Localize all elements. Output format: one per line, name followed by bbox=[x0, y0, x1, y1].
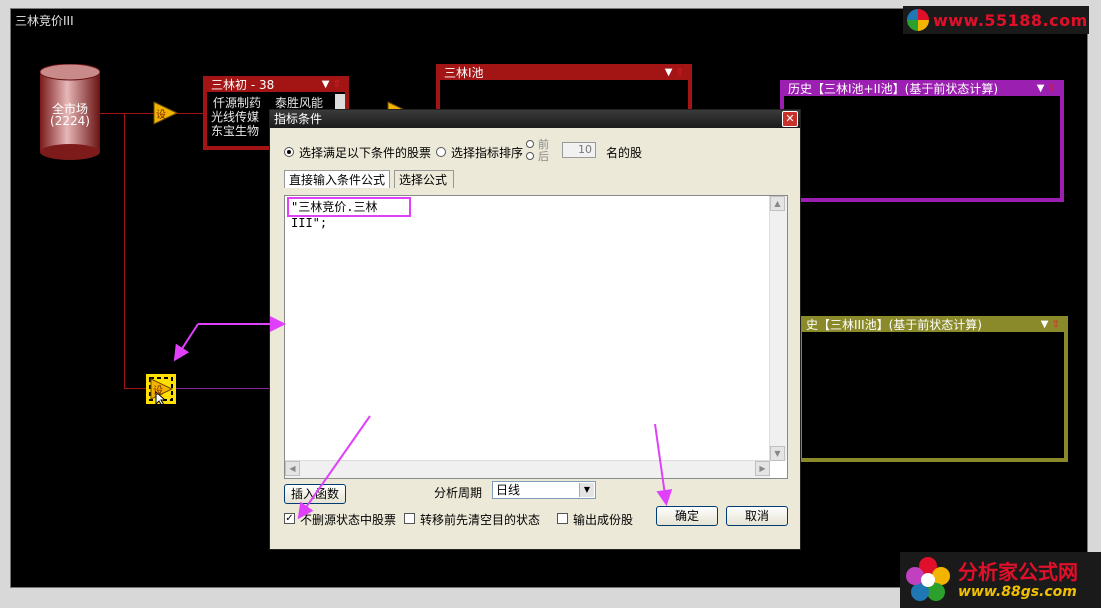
site-logo-icon bbox=[907, 9, 929, 31]
market-count: (2224) bbox=[50, 114, 90, 128]
ok-button[interactable]: 确定 bbox=[656, 506, 718, 526]
keep-source-checkbox[interactable]: ✓ bbox=[284, 513, 295, 524]
stock-item[interactable]: 东宝生物 bbox=[211, 122, 259, 139]
keep-source-label: 不删源状态中股票 bbox=[300, 513, 397, 527]
cancel-button[interactable]: 取消 bbox=[726, 506, 788, 526]
radio-back[interactable] bbox=[526, 152, 534, 160]
flower-logo-icon bbox=[906, 557, 950, 601]
panel-title: 历史【三林I池+II池】(基于前状态计算) bbox=[784, 82, 1060, 96]
selected-selector-node[interactable]: 设 bbox=[146, 374, 176, 407]
tab-direct-formula[interactable]: 直接输入条件公式 bbox=[284, 170, 390, 188]
dropdown-icon[interactable]: ▼ bbox=[1037, 83, 1045, 94]
dropdown-icon[interactable]: ▼ bbox=[1041, 319, 1049, 330]
period-label: 分析周期 bbox=[434, 486, 483, 500]
dropdown-icon[interactable]: ▼ bbox=[322, 79, 330, 90]
connector-line bbox=[176, 388, 270, 389]
arrow-up-icon[interactable]: ⇧ bbox=[1052, 319, 1060, 330]
radio-conditions-label: 选择满足以下条件的股票 bbox=[299, 146, 432, 160]
indicator-condition-dialog: 指标条件 ✕ 选择满足以下条件的股票 选择指标排序 前 后 10 名的股 直接输… bbox=[269, 109, 801, 550]
watermark-top: www.55188.com bbox=[903, 6, 1089, 34]
back-label: 后 bbox=[538, 150, 549, 163]
connector-line bbox=[100, 113, 156, 114]
output-components-label: 输出成份股 bbox=[573, 513, 634, 527]
arrow-up-icon[interactable]: ⇧ bbox=[333, 79, 341, 90]
selector-glyph: 设 bbox=[156, 110, 166, 121]
panel-history-pool12[interactable]: 历史【三林I池+II池】(基于前状态计算) ▼ ⇧ bbox=[780, 80, 1064, 202]
radio-rank[interactable] bbox=[436, 147, 446, 157]
panel-history-pool3[interactable]: 史【三林III池】(基于前状态计算) ▼ ⇧ bbox=[798, 316, 1068, 462]
selector-glyph: 设 bbox=[153, 386, 163, 397]
formula-editor[interactable]: "三林竞价.三林III"; ▲ ▼ ◀ ▶ bbox=[284, 195, 788, 479]
watermark-bottom: 分析家公式网 www.88gs.com bbox=[900, 552, 1101, 608]
scroll-down-icon[interactable]: ▼ bbox=[770, 446, 785, 461]
connector-line bbox=[176, 113, 204, 114]
connector-line bbox=[124, 113, 125, 389]
period-value: 日线 bbox=[496, 483, 521, 497]
close-button[interactable]: ✕ bbox=[782, 111, 798, 127]
clear-target-label: 转移前先清空目的状态 bbox=[420, 513, 541, 527]
selector-node[interactable]: 设 bbox=[152, 100, 179, 126]
panel-title: 三林I池 bbox=[440, 66, 688, 80]
clear-target-checkbox[interactable] bbox=[404, 513, 415, 524]
output-components-checkbox[interactable] bbox=[557, 513, 568, 524]
formula-text[interactable]: "三林竞价.三林III"; bbox=[287, 197, 411, 230]
scroll-right-icon[interactable]: ▶ bbox=[755, 461, 770, 476]
top-n-input[interactable]: 10 bbox=[562, 142, 596, 158]
connector-line bbox=[124, 388, 146, 389]
chevron-down-icon[interactable]: ▼ bbox=[579, 483, 594, 497]
panel-title: 史【三林III池】(基于前状态计算) bbox=[802, 318, 1064, 332]
watermark-bottom-title: 分析家公式网 bbox=[958, 560, 1078, 584]
radio-front[interactable] bbox=[526, 140, 534, 148]
close-icon: ✕ bbox=[785, 112, 795, 125]
window-title: 三林竞价III bbox=[15, 14, 74, 28]
insert-function-button[interactable]: 插入函数 bbox=[284, 484, 346, 504]
watermark-top-text: www.55188.com bbox=[933, 11, 1088, 30]
vertical-scrollbar[interactable]: ▲ ▼ bbox=[769, 196, 787, 461]
market-database-node[interactable]: 全市场 (2224) bbox=[39, 63, 101, 160]
top-n-suffix: 名的股 bbox=[606, 146, 643, 160]
tab-select-formula[interactable]: 选择公式 bbox=[394, 170, 454, 188]
period-select[interactable]: 日线 ▼ bbox=[492, 481, 596, 499]
radio-conditions[interactable] bbox=[284, 147, 294, 157]
dialog-title: 指标条件 bbox=[274, 112, 323, 126]
scroll-up-icon[interactable]: ▲ bbox=[770, 196, 785, 211]
dialog-titlebar[interactable]: 指标条件 bbox=[270, 110, 800, 128]
dropdown-icon[interactable]: ▼ bbox=[665, 67, 673, 78]
radio-rank-label: 选择指标排序 bbox=[451, 146, 524, 160]
watermark-bottom-url: www.88gs.com bbox=[958, 584, 1077, 600]
arrow-up-icon[interactable]: ⇧ bbox=[1048, 83, 1056, 94]
arrow-up-icon[interactable]: ⇧ bbox=[676, 67, 684, 78]
scroll-left-icon[interactable]: ◀ bbox=[285, 461, 300, 476]
horizontal-scrollbar[interactable]: ◀ ▶ bbox=[285, 460, 770, 478]
